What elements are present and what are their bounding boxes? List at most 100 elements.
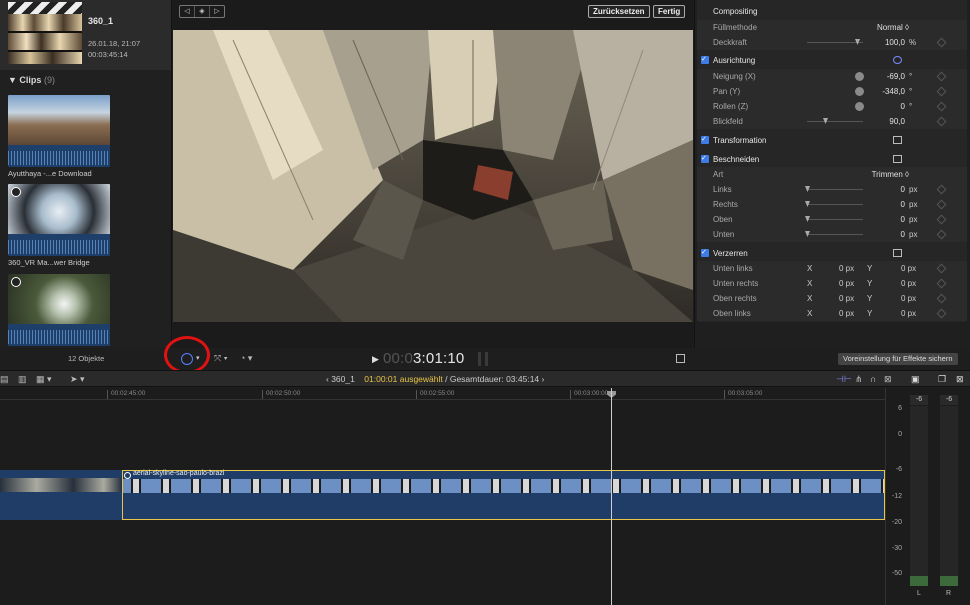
crop-icon[interactable] — [893, 155, 902, 163]
keyframe-icon[interactable] — [936, 278, 947, 289]
blend-mode-popup[interactable]: Normal ◊ — [877, 20, 909, 35]
select-tool-icon[interactable]: ➤ ▾ — [70, 374, 85, 385]
reset-button[interactable]: Zurücksetzen — [588, 5, 650, 18]
keyframe-icon[interactable] — [936, 263, 947, 274]
clip-appearance-icon[interactable]: ▣ — [911, 374, 920, 385]
fov-value[interactable]: 90,0 — [889, 114, 905, 129]
clip-item[interactable] — [8, 274, 110, 348]
distort-icon[interactable] — [893, 249, 902, 257]
checkbox-icon[interactable] — [701, 151, 709, 166]
crop-right-value[interactable]: 0 — [901, 197, 905, 212]
retime-icon[interactable]: ◔ ▾ — [240, 353, 252, 364]
orientation-section[interactable]: Ausrichtung — [697, 52, 967, 68]
audio-skimming-icon[interactable]: ⋔ — [855, 374, 863, 385]
skimming-icon[interactable]: ⊣⊢ — [836, 374, 852, 385]
audio-waveform — [8, 145, 110, 167]
checkbox-icon[interactable] — [701, 132, 709, 147]
compositing-section[interactable]: Compositing — [697, 4, 967, 19]
crop-type-row: Art Trimmen ◊ — [697, 167, 967, 182]
x-value[interactable]: 0 px — [839, 306, 854, 321]
meter-scale-label: 0 — [898, 431, 902, 438]
y-value[interactable]: 0 px — [901, 291, 916, 306]
back-arrow-icon[interactable]: ◁ — [180, 6, 195, 17]
distort-section[interactable]: Verzerren — [697, 245, 967, 261]
keyframe-icon[interactable] — [936, 116, 947, 127]
clip-item[interactable]: 360_VR Ma...wer Bridge — [8, 184, 110, 267]
timeline[interactable]: 00:02:45:00 00:02:50:00 00:02:55:00 00:0… — [0, 388, 885, 605]
transitions-browser-icon[interactable]: ⊠ — [956, 374, 964, 385]
clip-item[interactable]: Ayutthaya -...e Download — [8, 95, 110, 178]
keyframe-icon[interactable] — [936, 86, 947, 97]
ruler-tick — [570, 390, 571, 399]
viewer-bottom-bar: ▾ ⤧ ▾ ◔ ▾ ▶ 00:03:01:10 — [164, 336, 692, 374]
snapping-icon[interactable]: ⊠ — [884, 374, 892, 385]
fov-slider[interactable] — [807, 118, 863, 124]
y-value[interactable]: 0 px — [901, 306, 916, 321]
overwrite-clip-icon[interactable]: ▦ ▾ — [36, 374, 52, 385]
x-value[interactable]: 0 px — [839, 276, 854, 291]
x-label: X — [807, 309, 813, 318]
inspector-panel: Compositing Füllmethode Normal ◊ Deckkra… — [697, 0, 967, 322]
y-value[interactable]: 0 px — [901, 261, 916, 276]
event-frame-2 — [8, 33, 82, 50]
ruler-label: 00:02:50:00 — [266, 390, 301, 397]
keyframe-icon[interactable] — [936, 308, 947, 319]
filmstrip — [123, 479, 884, 493]
forward-icon[interactable]: › — [542, 374, 545, 384]
timeline-ruler[interactable]: 00:02:45:00 00:02:50:00 00:02:55:00 00:0… — [0, 388, 885, 400]
keyframe-icon[interactable] — [936, 184, 947, 195]
keyframe-icon[interactable] — [936, 229, 947, 240]
tilt-value[interactable]: -69,0 — [887, 69, 905, 84]
dial-icon[interactable] — [855, 102, 864, 111]
transform-section[interactable]: Transformation — [697, 132, 967, 148]
crop-type-popup[interactable]: Trimmen ◊ — [872, 167, 909, 182]
transform-icon[interactable] — [893, 136, 902, 144]
playhead[interactable] — [611, 388, 612, 605]
roll-value[interactable]: 0 — [901, 99, 905, 114]
vr-orientation-icon[interactable] — [893, 56, 902, 64]
done-button[interactable]: Fertig — [653, 5, 686, 18]
connect-clip-icon[interactable]: ▤ — [0, 374, 9, 385]
param-label: Art — [713, 170, 724, 179]
save-effects-preset-button[interactable]: Voreinstellung für Effekte sichern — [838, 353, 958, 365]
crop-left-slider[interactable] — [805, 186, 863, 192]
opacity-slider[interactable] — [807, 39, 863, 45]
insert-clip-icon[interactable]: ▥ — [18, 374, 27, 385]
timeline-clip[interactable] — [0, 470, 122, 520]
headphones-icon[interactable]: ∩ — [870, 374, 876, 384]
crop-right-slider[interactable] — [805, 201, 863, 207]
event-item[interactable]: 360_1 26.01.18, 21:07 00:03:45:14 — [0, 0, 171, 70]
x-value[interactable]: 0 px — [839, 291, 854, 306]
crop-section[interactable]: Beschneiden — [697, 151, 967, 167]
clips-section-header[interactable]: ▼ Clips (9) — [8, 75, 55, 85]
y-value[interactable]: 0 px — [901, 276, 916, 291]
keyframe-icon[interactable] — [936, 71, 947, 82]
timeline-clip-selected[interactable]: aerial-skyline-sao-paulo-brazi — [122, 470, 885, 520]
x-value[interactable]: 0 px — [839, 261, 854, 276]
crop-bottom-value[interactable]: 0 — [901, 227, 905, 242]
dial-icon[interactable] — [855, 72, 864, 81]
keyframe-icon[interactable] — [936, 214, 947, 225]
effects-browser-icon[interactable]: ❐ — [938, 374, 946, 385]
video-frame[interactable] — [173, 30, 693, 322]
checkbox-icon[interactable] — [701, 52, 709, 67]
crop-bottom-slider[interactable] — [805, 231, 863, 237]
keyframe-icon[interactable] — [936, 101, 947, 112]
param-label: Unten links — [713, 264, 753, 273]
forward-arrow-icon[interactable]: ▷ — [210, 6, 224, 17]
checkbox-icon[interactable] — [701, 245, 709, 260]
transform-tools-icon[interactable]: ⤧ ▾ — [214, 353, 227, 364]
crop-top-value[interactable]: 0 — [901, 212, 905, 227]
crop-top-slider[interactable] — [805, 216, 863, 222]
center-icon[interactable]: ◈ — [195, 6, 210, 17]
play-icon[interactable]: ▶ — [372, 354, 379, 365]
opacity-value[interactable]: 100,0 — [885, 35, 905, 50]
fullscreen-icon[interactable] — [676, 354, 685, 363]
unit-label: ° — [909, 102, 913, 111]
dial-icon[interactable] — [855, 87, 864, 96]
pan-value[interactable]: -348,0 — [882, 84, 905, 99]
keyframe-icon[interactable] — [936, 37, 947, 48]
keyframe-icon[interactable] — [936, 293, 947, 304]
keyframe-icon[interactable] — [936, 199, 947, 210]
crop-left-value[interactable]: 0 — [901, 182, 905, 197]
